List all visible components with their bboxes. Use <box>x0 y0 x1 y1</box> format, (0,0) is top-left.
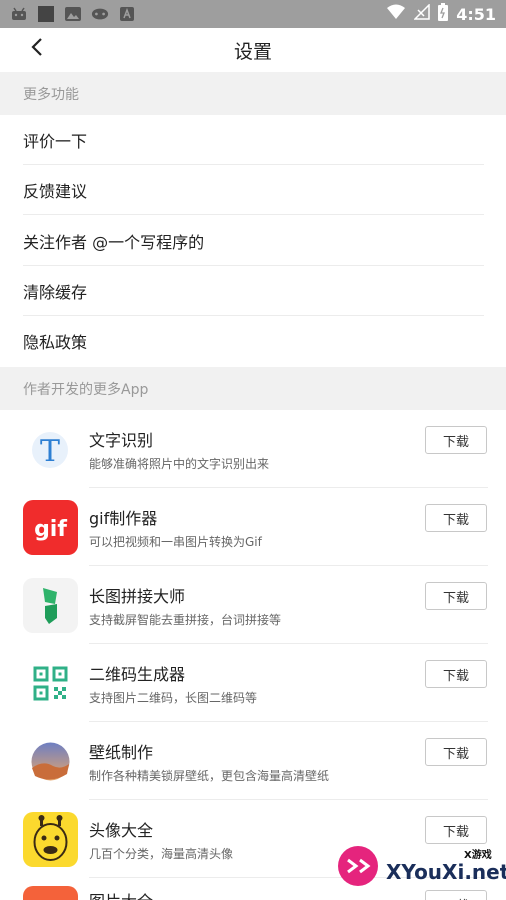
app-description: 制作各种精美锁屏壁纸，更包含海量高清壁纸 <box>89 769 330 783</box>
text-icon <box>118 5 136 23</box>
app-name: gif制作器 <box>89 509 158 528</box>
wifi-icon <box>386 4 406 24</box>
download-button[interactable]: 下载 <box>425 582 487 610</box>
clock: 4:51 <box>456 4 496 24</box>
watermark-sub: X游戏 <box>464 850 492 861</box>
gamepad-icon <box>91 5 109 23</box>
download-button[interactable]: 下载 <box>425 504 487 532</box>
menu-item-clear-cache[interactable]: 清除缓存 <box>0 266 506 316</box>
menu-item-label: 反馈建议 <box>23 182 88 201</box>
app-description: 能够准确将照片中的文字识别出来 <box>89 457 270 471</box>
download-button[interactable]: 下载 <box>425 426 487 454</box>
menu-item-label: 评价一下 <box>23 132 88 151</box>
download-button[interactable]: 下载 <box>425 738 487 766</box>
app-row-wallpaper-maker[interactable]: 壁纸制作 制作各种精美锁屏壁纸，更包含海量高清壁纸 下载 <box>0 722 506 800</box>
watermark-text: XYouXi.net <box>386 860 506 884</box>
app-name: 壁纸制作 <box>89 743 154 762</box>
app-name: 图片大全 <box>89 888 153 900</box>
app-name: 二维码生成器 <box>89 665 186 684</box>
watermark-logo: X游戏 XYouXi.net <box>334 838 506 894</box>
gif-icon-label: gif <box>34 517 67 542</box>
title-bar: 设置 <box>0 28 506 72</box>
app-row-qr-generator[interactable]: 二维码生成器 支持图片二维码，长图二维码等 下载 <box>0 644 506 722</box>
image-icon <box>64 5 82 23</box>
menu-item-privacy-policy[interactable]: 隐私政策 <box>0 316 506 366</box>
wallpaper-icon <box>23 734 78 789</box>
qr-code-icon <box>23 656 78 711</box>
menu-item-label: 隐私政策 <box>23 333 88 352</box>
picture-icon <box>23 886 78 900</box>
download-button[interactable]: 下载 <box>425 660 487 688</box>
app-name: 文字识别 <box>89 431 154 450</box>
back-button[interactable] <box>22 34 52 64</box>
signal-icon <box>413 3 430 24</box>
long-image-icon <box>23 578 78 633</box>
svg-text:T: T <box>40 434 60 469</box>
status-bar: 4:51 <box>0 0 506 28</box>
menu-item-label: 关注作者 @一个写程序的 <box>23 233 205 252</box>
chevron-left-icon <box>30 37 44 61</box>
page-title: 设置 <box>233 40 272 63</box>
app-description: 几百个分类，海量高清头像 <box>89 847 234 861</box>
menu-item-label: 清除缓存 <box>23 283 88 302</box>
app-description: 支持截屏智能去重拼接，台词拼接等 <box>89 613 282 627</box>
gif-icon: gif <box>23 500 78 555</box>
app-row-gif-maker[interactable]: gif gif制作器 可以把视频和一串图片转换为Gif 下载 <box>0 488 506 566</box>
notification-icon <box>37 5 55 23</box>
menu-item-follow-author[interactable]: 关注作者 @一个写程序的 <box>0 216 506 266</box>
app-row-text-recognition[interactable]: T 文字识别 能够准确将照片中的文字识别出来 下载 <box>0 410 506 488</box>
section-header-more-functions: 更多功能 <box>0 72 506 115</box>
app-name: 头像大全 <box>89 821 154 840</box>
app-name: 长图拼接大师 <box>89 587 186 606</box>
app-description: 支持图片二维码，长图二维码等 <box>89 691 258 705</box>
section-header-more-apps: 作者开发的更多App <box>0 367 506 410</box>
app-description: 可以把视频和一串图片转换为Gif <box>89 535 262 549</box>
menu-item-rate[interactable]: 评价一下 <box>0 115 506 165</box>
battery-icon <box>438 3 449 25</box>
giraffe-avatar-icon <box>23 812 78 867</box>
divider <box>23 214 484 215</box>
app-row-long-image-stitch[interactable]: 长图拼接大师 支持截屏智能去重拼接，台词拼接等 下载 <box>0 566 506 644</box>
menu-item-feedback[interactable]: 反馈建议 <box>0 165 506 215</box>
text-recognition-icon: T <box>23 422 78 477</box>
android-icon <box>10 5 28 23</box>
